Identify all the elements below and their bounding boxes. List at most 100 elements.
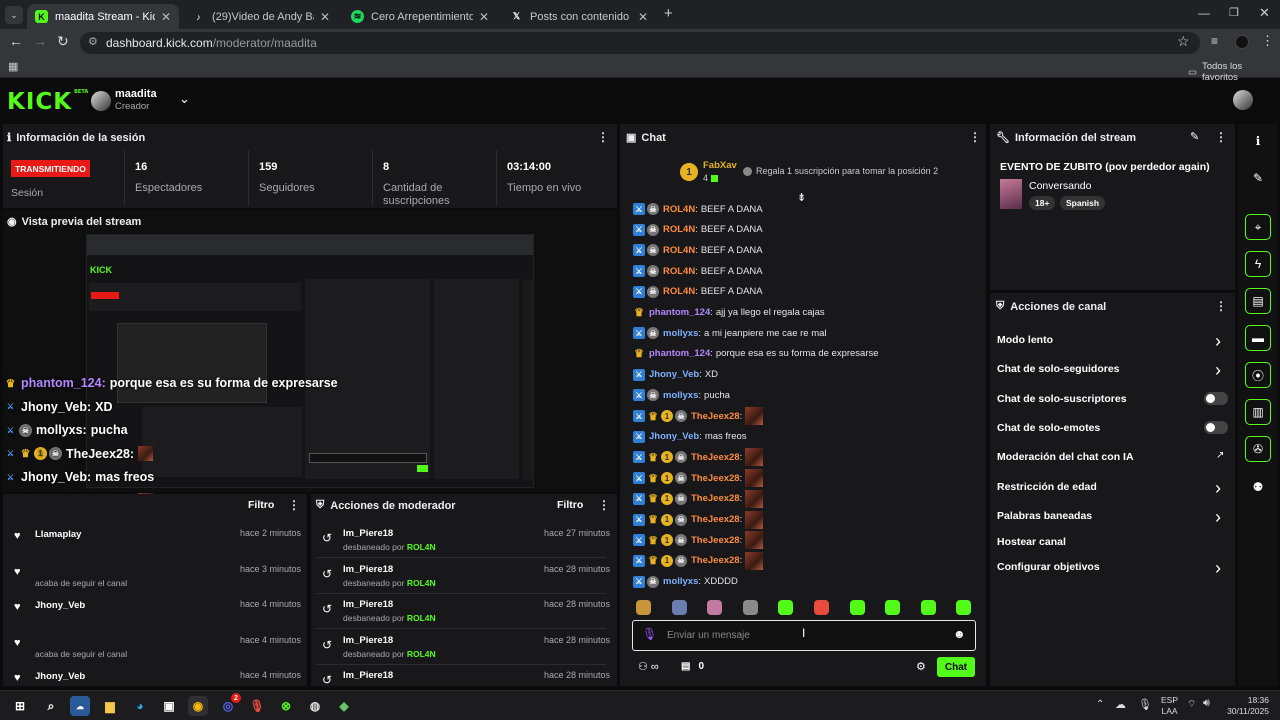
- channel-action-8[interactable]: Hostear canal: [997, 536, 1066, 548]
- browser-tab-spotify[interactable]: ≋ Cero Arrepentimiento • TheDa ✕: [343, 4, 497, 29]
- activity-name[interactable]: Jhony_Veb: [35, 671, 85, 682]
- top-gifter-name[interactable]: FabXav: [703, 160, 737, 171]
- mod-filter-button[interactable]: Filtro: [557, 499, 583, 511]
- close-window-button[interactable]: ✕: [1259, 5, 1270, 21]
- lightning-icon[interactable]: ϟ: [1245, 251, 1271, 277]
- external-link-icon[interactable]: ↗: [1216, 450, 1224, 461]
- layout-icon[interactable]: ▥: [1245, 399, 1271, 425]
- chat-username[interactable]: TheJeex28: [691, 555, 740, 566]
- undo-icon[interactable]: ↺: [322, 567, 332, 581]
- close-icon[interactable]: ✕: [161, 10, 171, 24]
- info-icon[interactable]: ℹ: [1245, 128, 1271, 154]
- pinned-arrow-icon[interactable]: ⇟: [797, 191, 806, 204]
- widgets-icon[interactable]: ☁: [70, 696, 90, 716]
- browser-tab-tiktok[interactable]: ♪ (29)Video de Andy Barclay (@a ✕: [184, 4, 338, 29]
- chevron-right-icon[interactable]: ›: [1215, 331, 1221, 352]
- chat-username[interactable]: Jhony_Veb: [649, 431, 699, 442]
- search-icon[interactable]: ⌕: [41, 696, 61, 716]
- emote-1[interactable]: [636, 600, 651, 615]
- microphone-icon[interactable]: 🎙︎: [642, 627, 657, 641]
- wrench-icon[interactable]: ✇: [1245, 436, 1271, 462]
- mod-target-name[interactable]: Im_Piere18: [343, 670, 393, 681]
- bookmark-star-icon[interactable]: ☆: [1177, 33, 1190, 50]
- mod-actor[interactable]: ROL4N: [407, 542, 436, 552]
- close-icon[interactable]: ✕: [320, 10, 330, 24]
- emote-8[interactable]: [885, 600, 901, 615]
- xbox-icon[interactable]: ⊗: [276, 696, 296, 716]
- gift-prompt[interactable]: Regala 1 suscripción para tomar la posic…: [743, 166, 938, 176]
- chat-username[interactable]: TheJeex28: [691, 493, 740, 504]
- restore-button[interactable]: ❐: [1229, 6, 1239, 19]
- emote-4[interactable]: [742, 600, 758, 615]
- apps-grid-icon[interactable]: ▦: [8, 60, 18, 73]
- close-icon[interactable]: ✕: [638, 10, 648, 24]
- obs-icon[interactable]: ◍: [305, 696, 325, 716]
- creator-avatar[interactable]: [91, 91, 111, 111]
- category-name[interactable]: Conversando: [1029, 180, 1091, 192]
- more-options-icon[interactable]: ⋮: [1215, 299, 1227, 313]
- chevron-down-icon[interactable]: ⌄: [179, 91, 190, 107]
- chat-settings-gear-icon[interactable]: ⚙: [916, 660, 926, 673]
- notes-icon[interactable]: ▤: [1245, 288, 1271, 314]
- mod-target-name[interactable]: Im_Piere18: [343, 564, 393, 575]
- tab-search-button[interactable]: ⌄: [5, 6, 23, 24]
- chat-username[interactable]: phantom_124: [649, 348, 710, 359]
- mod-target-name[interactable]: Im_Piere18: [343, 635, 393, 646]
- emote-7[interactable]: [849, 600, 865, 615]
- chat-icon[interactable]: ▬: [1245, 325, 1271, 351]
- mod-target-name[interactable]: Im_Piere18: [343, 599, 393, 610]
- mod-actor[interactable]: ROL4N: [407, 613, 436, 623]
- media-controls-icon[interactable]: ≡: [1211, 34, 1218, 48]
- chat-username[interactable]: TheJeex28: [691, 452, 740, 463]
- back-icon[interactable]: ←: [9, 33, 23, 49]
- browser-menu-icon[interactable]: ⋮: [1261, 33, 1274, 49]
- chat-username[interactable]: mollyxs: [663, 328, 698, 339]
- channel-action-7[interactable]: Palabras baneadas: [997, 510, 1092, 522]
- chat-username[interactable]: mollyxs: [663, 390, 698, 401]
- chat-username[interactable]: ROL4N: [663, 204, 695, 215]
- mod-actor[interactable]: ROL4N: [407, 649, 436, 659]
- chat-username[interactable]: phantom_124: [649, 307, 710, 318]
- url-input[interactable]: ⚙ dashboard.kick.com/moderator/maadita: [80, 32, 1200, 54]
- undo-icon[interactable]: ↺: [322, 602, 332, 616]
- stream-preview-video[interactable]: KICK: [86, 234, 534, 488]
- reload-icon[interactable]: ↻: [57, 33, 69, 50]
- tag-language[interactable]: Spanish: [1060, 196, 1106, 210]
- chevron-right-icon[interactable]: ›: [1215, 478, 1221, 499]
- channel-action-4[interactable]: Chat de solo-emotes: [997, 422, 1100, 434]
- emote-10[interactable]: [956, 600, 972, 615]
- browser-tab-kick[interactable]: K maadita Stream - Kick Dashboa ✕: [27, 4, 179, 29]
- onedrive-icon[interactable]: ☁: [1115, 698, 1126, 711]
- chat-username[interactable]: TheJeex28: [691, 535, 740, 546]
- undo-icon[interactable]: ↺: [322, 531, 332, 545]
- tag-age[interactable]: 18+: [1029, 196, 1056, 210]
- new-tab-button[interactable]: +: [664, 5, 673, 22]
- microphone-app-icon[interactable]: 🎙︎: [247, 696, 267, 716]
- tray-mic-icon[interactable]: 🎙︎: [1138, 698, 1152, 711]
- more-options-icon[interactable]: ⋮: [597, 130, 609, 144]
- chat-username[interactable]: ROL4N: [663, 224, 695, 235]
- chevron-right-icon[interactable]: ›: [1215, 360, 1221, 381]
- toggle-switch[interactable]: [1204, 392, 1228, 405]
- edit-pencil-icon[interactable]: ✎: [1245, 165, 1271, 191]
- windows-start-icon[interactable]: ⊞: [10, 696, 30, 716]
- emote-3[interactable]: [707, 600, 723, 615]
- chat-settings-people-icon[interactable]: ⚇ ∞: [638, 660, 659, 673]
- chat-username[interactable]: TheJeex28: [691, 411, 740, 422]
- chat-username[interactable]: mollyxs: [663, 576, 698, 587]
- keyboard-language[interactable]: ESP LAA: [1161, 695, 1178, 717]
- chat-username[interactable]: TheJeex28: [691, 514, 740, 525]
- toggle-switch[interactable]: [1204, 421, 1228, 434]
- broadcast-icon[interactable]: ⦿: [1245, 362, 1271, 388]
- site-info-icon[interactable]: ⚙: [88, 35, 98, 48]
- more-options-icon[interactable]: ⋮: [969, 130, 981, 144]
- emoji-icon[interactable]: ☻: [953, 627, 966, 641]
- activity-filter-button[interactable]: Filtro: [248, 499, 274, 511]
- activity-name[interactable]: Llamaplay: [35, 529, 81, 540]
- close-icon[interactable]: ✕: [479, 10, 489, 24]
- chat-username[interactable]: Jhony_Veb: [649, 369, 699, 380]
- clock[interactable]: 18:36 30/11/2025: [1221, 695, 1269, 717]
- minimize-button[interactable]: —: [1198, 6, 1210, 20]
- emote-5[interactable]: [778, 600, 794, 615]
- file-explorer-icon[interactable]: ▆: [100, 696, 120, 716]
